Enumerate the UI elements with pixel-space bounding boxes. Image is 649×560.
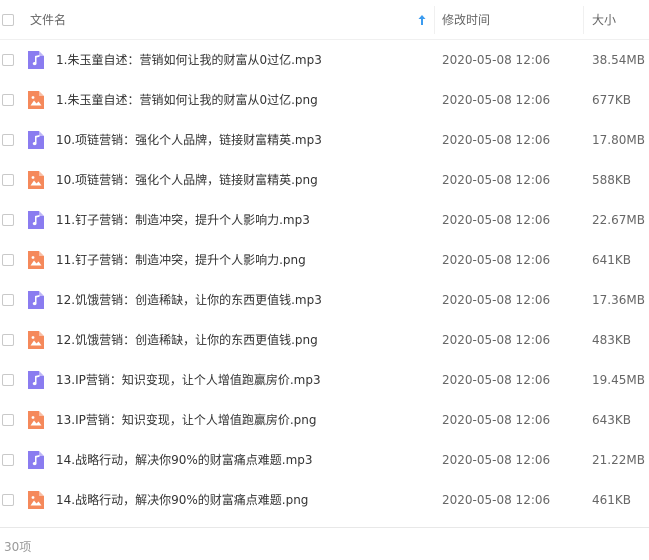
item-count: 30项 <box>4 540 32 554</box>
file-row[interactable]: 10.项链营销：强化个人品牌，链接财富精英.mp3 2020-05-08 12:… <box>0 120 649 160</box>
file-modified-time: 2020-05-08 12:06 <box>442 493 551 507</box>
image-file-icon <box>28 251 44 269</box>
file-modified-time: 2020-05-08 12:06 <box>442 93 551 107</box>
file-size: 22.67MB <box>592 213 645 227</box>
file-modified-time: 2020-05-08 12:06 <box>442 373 551 387</box>
file-name[interactable]: 12.饥饿营销：创造稀缺，让你的东西更值钱.png <box>56 320 318 360</box>
audio-file-icon <box>28 371 44 389</box>
file-name[interactable]: 10.项链营销：强化个人品牌，链接财富精英.png <box>56 160 318 200</box>
audio-file-icon <box>28 291 44 309</box>
row-checkbox[interactable] <box>2 214 14 226</box>
file-size: 641KB <box>592 253 632 267</box>
file-row[interactable]: 12.饥饿营销：创造稀缺，让你的东西更值钱.mp3 2020-05-08 12:… <box>0 280 649 320</box>
file-row[interactable]: 10.项链营销：强化个人品牌，链接财富精英.png 2020-05-08 12:… <box>0 160 649 200</box>
file-size: 643KB <box>592 413 632 427</box>
row-checkbox[interactable] <box>2 254 14 266</box>
file-row[interactable]: 13.IP营销：知识变现，让个人增值跑赢房价.png 2020-05-08 12… <box>0 400 649 440</box>
file-modified-time: 2020-05-08 12:06 <box>442 133 551 147</box>
file-row[interactable]: 14.战略行动，解决你90%的财富痛点难题.png 2020-05-08 12:… <box>0 480 649 520</box>
file-size: 17.36MB <box>592 293 645 307</box>
audio-file-icon <box>28 51 44 69</box>
row-checkbox[interactable] <box>2 94 14 106</box>
size-column-header[interactable]: 大小 <box>592 0 616 40</box>
name-column-header[interactable]: 文件名 <box>30 0 66 40</box>
file-modified-time: 2020-05-08 12:06 <box>442 173 551 187</box>
file-size: 38.54MB <box>592 53 645 67</box>
row-checkbox[interactable] <box>2 134 14 146</box>
image-file-icon <box>28 491 44 509</box>
file-name[interactable]: 10.项链营销：强化个人品牌，链接财富精英.mp3 <box>56 120 322 160</box>
file-modified-time: 2020-05-08 12:06 <box>442 453 551 467</box>
row-checkbox[interactable] <box>2 414 14 426</box>
file-modified-time: 2020-05-08 12:06 <box>442 253 551 267</box>
row-checkbox[interactable] <box>2 494 14 506</box>
file-row[interactable]: 12.饥饿营销：创造稀缺，让你的东西更值钱.png 2020-05-08 12:… <box>0 320 649 360</box>
image-file-icon <box>28 331 44 349</box>
time-column-header[interactable]: 修改时间 <box>442 0 490 40</box>
file-size: 677KB <box>592 93 632 107</box>
row-checkbox[interactable] <box>2 54 14 66</box>
row-checkbox[interactable] <box>2 334 14 346</box>
file-name[interactable]: 12.饥饿营销：创造稀缺，让你的东西更值钱.mp3 <box>56 280 322 320</box>
file-name[interactable]: 13.IP营销：知识变现，让个人增值跑赢房价.png <box>56 400 317 440</box>
row-checkbox[interactable] <box>2 294 14 306</box>
arrow-up-icon[interactable] <box>416 14 428 26</box>
audio-file-icon <box>28 211 44 229</box>
file-row[interactable]: 11.钉子营销：制造冲突，提升个人影响力.png 2020-05-08 12:0… <box>0 240 649 280</box>
column-divider[interactable] <box>583 6 584 34</box>
image-file-icon <box>28 171 44 189</box>
file-list-header: 文件名 修改时间 大小 <box>0 0 649 40</box>
file-list: 1.朱玉童自述：营销如何让我的财富从0过亿.mp3 2020-05-08 12:… <box>0 40 649 520</box>
audio-file-icon <box>28 451 44 469</box>
file-size: 21.22MB <box>592 453 645 467</box>
file-name[interactable]: 14.战略行动，解决你90%的财富痛点难题.mp3 <box>56 440 313 480</box>
file-size: 483KB <box>592 333 632 347</box>
file-modified-time: 2020-05-08 12:06 <box>442 333 551 347</box>
status-bar: 30项 <box>0 527 649 560</box>
file-size: 588KB <box>592 173 632 187</box>
file-name[interactable]: 11.钉子营销：制造冲突，提升个人影响力.png <box>56 240 306 280</box>
file-row[interactable]: 11.钉子营销：制造冲突，提升个人影响力.mp3 2020-05-08 12:0… <box>0 200 649 240</box>
file-modified-time: 2020-05-08 12:06 <box>442 53 551 67</box>
file-name[interactable]: 1.朱玉童自述：营销如何让我的财富从0过亿.png <box>56 80 318 120</box>
file-row[interactable]: 1.朱玉童自述：营销如何让我的财富从0过亿.png 2020-05-08 12:… <box>0 80 649 120</box>
file-modified-time: 2020-05-08 12:06 <box>442 293 551 307</box>
row-checkbox[interactable] <box>2 374 14 386</box>
file-name[interactable]: 1.朱玉童自述：营销如何让我的财富从0过亿.mp3 <box>56 40 322 80</box>
file-name[interactable]: 11.钉子营销：制造冲突，提升个人影响力.mp3 <box>56 200 310 240</box>
file-size: 17.80MB <box>592 133 645 147</box>
file-row[interactable]: 13.IP营销：知识变现，让个人增值跑赢房价.mp3 2020-05-08 12… <box>0 360 649 400</box>
row-checkbox[interactable] <box>2 174 14 186</box>
column-divider[interactable] <box>434 6 435 34</box>
audio-file-icon <box>28 131 44 149</box>
file-row[interactable]: 14.战略行动，解决你90%的财富痛点难题.mp3 2020-05-08 12:… <box>0 440 649 480</box>
row-checkbox[interactable] <box>2 454 14 466</box>
file-row[interactable]: 1.朱玉童自述：营销如何让我的财富从0过亿.mp3 2020-05-08 12:… <box>0 40 649 80</box>
file-size: 19.45MB <box>592 373 645 387</box>
image-file-icon <box>28 91 44 109</box>
file-modified-time: 2020-05-08 12:06 <box>442 413 551 427</box>
file-name[interactable]: 13.IP营销：知识变现，让个人增值跑赢房价.mp3 <box>56 360 321 400</box>
file-size: 461KB <box>592 493 632 507</box>
file-name[interactable]: 14.战略行动，解决你90%的财富痛点难题.png <box>56 480 308 520</box>
image-file-icon <box>28 411 44 429</box>
file-modified-time: 2020-05-08 12:06 <box>442 213 551 227</box>
select-all-checkbox[interactable] <box>2 14 14 26</box>
